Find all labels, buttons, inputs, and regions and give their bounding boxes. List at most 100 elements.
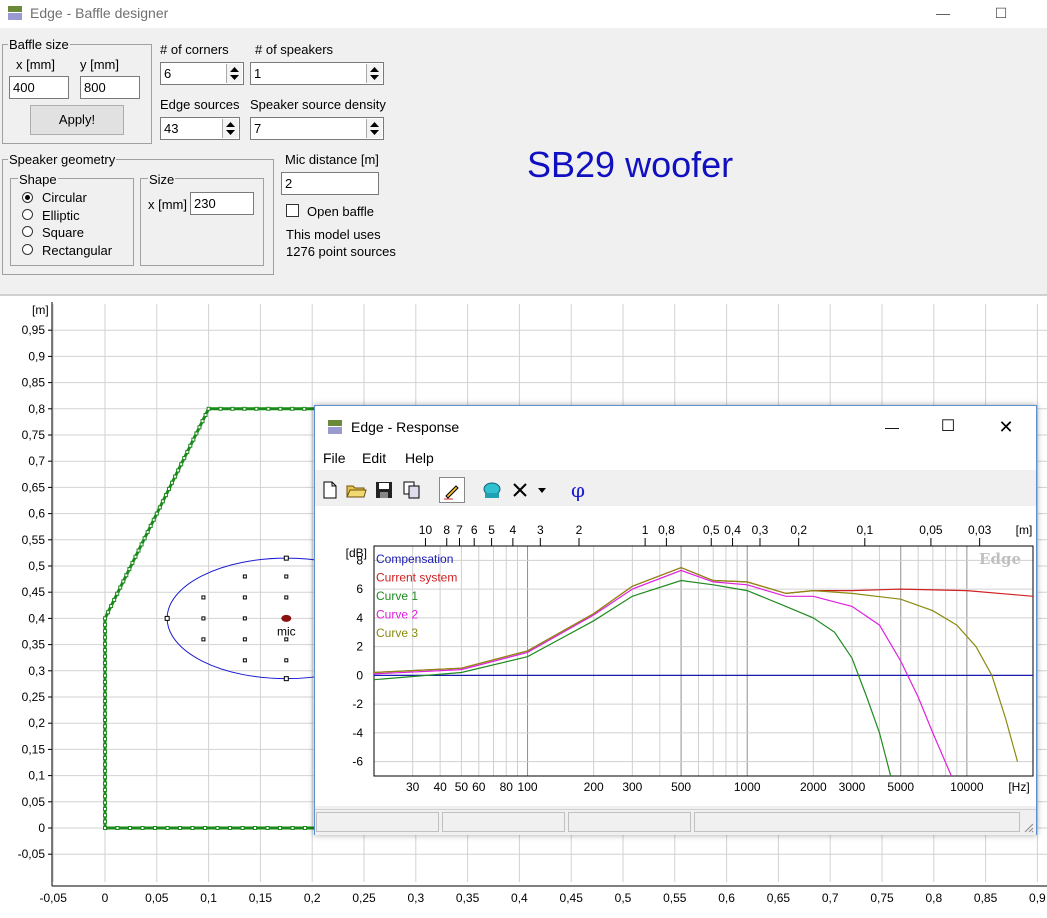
maximize-button[interactable]: ☐ xyxy=(978,0,1024,28)
edge-source-marker xyxy=(265,826,270,830)
y-tick-label: 0,3 xyxy=(28,664,45,678)
speaker-icon[interactable] xyxy=(481,479,503,501)
settings-panel: Baffle size x [mm] y [mm] Apply! # of co… xyxy=(0,28,1047,294)
edge-source-marker xyxy=(103,800,107,805)
spinner-arrows-icon[interactable] xyxy=(366,119,382,138)
y-tick-label: 0,65 xyxy=(22,480,46,494)
y-tick-label: 0,25 xyxy=(22,690,46,704)
menu-help[interactable]: Help xyxy=(405,450,434,466)
speaker-geometry-label: Speaker geometry xyxy=(8,152,117,167)
edge-source-marker xyxy=(103,673,107,678)
baffle-x-input[interactable] xyxy=(9,76,69,99)
open-folder-icon[interactable] xyxy=(345,479,367,501)
spinner-arrows-icon[interactable] xyxy=(226,64,242,83)
x-tick-label: 0,6 xyxy=(718,891,735,905)
y-tick-label: 0 xyxy=(356,668,363,682)
phase-icon[interactable]: φ xyxy=(565,478,591,502)
edge-source-marker xyxy=(185,449,190,454)
delete-icon[interactable] xyxy=(509,479,531,501)
resize-grip-icon[interactable] xyxy=(1022,821,1034,833)
edge-source-marker xyxy=(228,826,233,830)
y-tick-label: 0,4 xyxy=(28,611,45,625)
dropdown-arrow-icon[interactable] xyxy=(535,479,549,501)
y-tick-label: 0,6 xyxy=(28,507,45,521)
edge-source-marker xyxy=(106,610,111,615)
status-panel xyxy=(442,812,565,832)
mic-distance-input[interactable] xyxy=(281,172,379,195)
size-x-label: x [mm] xyxy=(148,197,187,212)
edge-source-marker xyxy=(103,718,107,723)
response-chart[interactable]: [dB]86420-2-4-630 40 50 60 80 100 200 300 500 100… xyxy=(315,506,1036,806)
legend-entry: Curve 3 xyxy=(376,626,418,640)
baffle-y-input[interactable] xyxy=(80,76,140,99)
speaker-edge-marker xyxy=(164,615,170,621)
corners-spinner[interactable]: 6 xyxy=(160,62,244,85)
minimize-button[interactable]: — xyxy=(920,0,966,28)
radio-circular[interactable] xyxy=(22,192,33,203)
y-tick-label: 0 xyxy=(38,821,45,835)
pencil-tool-frame[interactable] xyxy=(439,477,465,503)
edge-source-marker xyxy=(203,412,208,417)
apply-button[interactable]: Apply! xyxy=(30,105,124,135)
edge-source-marker xyxy=(290,826,295,830)
spinner-arrows-icon[interactable] xyxy=(222,119,238,138)
radio-rectangular[interactable] xyxy=(22,244,33,255)
maximize-button[interactable]: ☐ xyxy=(925,412,971,442)
edge-source-marker xyxy=(206,406,211,411)
edge-source-marker xyxy=(103,686,107,691)
radio-elliptic[interactable] xyxy=(22,209,33,220)
copy-icon[interactable] xyxy=(401,479,423,501)
edge-sources-spinner[interactable]: 43 xyxy=(160,117,240,140)
edge-source-marker xyxy=(115,591,120,596)
edge-source-marker xyxy=(139,542,144,547)
speakers-spinner[interactable]: 1 xyxy=(250,62,384,85)
y-tick-label: 4 xyxy=(356,611,363,625)
menu-file[interactable]: File xyxy=(323,450,346,466)
speaker-source-marker xyxy=(201,637,206,642)
edge-source-marker xyxy=(103,749,107,754)
menu-edit[interactable]: Edit xyxy=(362,450,386,466)
speaker-edge-marker xyxy=(283,555,289,561)
status-panel xyxy=(568,812,691,832)
x-tick-label: 0,65 xyxy=(767,891,791,905)
status-bar xyxy=(315,809,1036,835)
edge-source-marker xyxy=(103,730,107,735)
pencil-icon[interactable] xyxy=(441,479,463,501)
radio-square[interactable] xyxy=(22,226,33,237)
top-tick-label: 3 xyxy=(537,523,544,537)
edge-source-marker xyxy=(103,781,107,786)
edge-source-marker xyxy=(290,406,295,411)
x-tick-label: 0,4 xyxy=(511,891,528,905)
mic-marker[interactable] xyxy=(281,614,292,622)
edge-source-marker xyxy=(194,431,199,436)
edge-source-marker xyxy=(253,826,258,830)
top-tick-label: 6 xyxy=(471,523,478,537)
edge-source-marker xyxy=(103,794,107,799)
edge-source-marker xyxy=(103,756,107,761)
open-baffle-checkbox[interactable] xyxy=(286,204,299,217)
x-tick-label: 0 xyxy=(102,891,109,905)
new-file-icon[interactable] xyxy=(319,479,341,501)
x-tick-label: 0,9 xyxy=(1029,891,1046,905)
save-icon[interactable] xyxy=(373,479,395,501)
edge-source-marker xyxy=(182,456,187,461)
spinner-arrows-icon[interactable] xyxy=(366,64,382,83)
top-tick-label: 0,2 xyxy=(790,523,807,537)
top-tick-label: 0,03 xyxy=(968,523,992,537)
edge-sources-value: 43 xyxy=(164,121,179,136)
edge-source-marker xyxy=(142,536,147,541)
top-tick-label: 8 xyxy=(443,523,450,537)
legend-entry: Curve 1 xyxy=(376,589,418,603)
close-button[interactable]: ✕ xyxy=(983,412,1029,442)
minimize-button[interactable]: — xyxy=(869,412,915,442)
shape-option-rectangular: Rectangular xyxy=(42,243,113,258)
edge-source-marker xyxy=(218,406,223,411)
edge-source-marker xyxy=(103,667,107,672)
status-panel xyxy=(694,812,1020,832)
size-x-input[interactable] xyxy=(190,192,254,215)
response-window[interactable]: Edge - Response — ☐ ✕ File Edit Help φ [… xyxy=(314,405,1037,835)
y-tick-label: 0,05 xyxy=(22,795,46,809)
mic-distance-label: Mic distance [m] xyxy=(285,152,379,167)
edge-source-marker xyxy=(178,826,183,830)
speaker-density-spinner[interactable]: 7 xyxy=(250,117,384,140)
